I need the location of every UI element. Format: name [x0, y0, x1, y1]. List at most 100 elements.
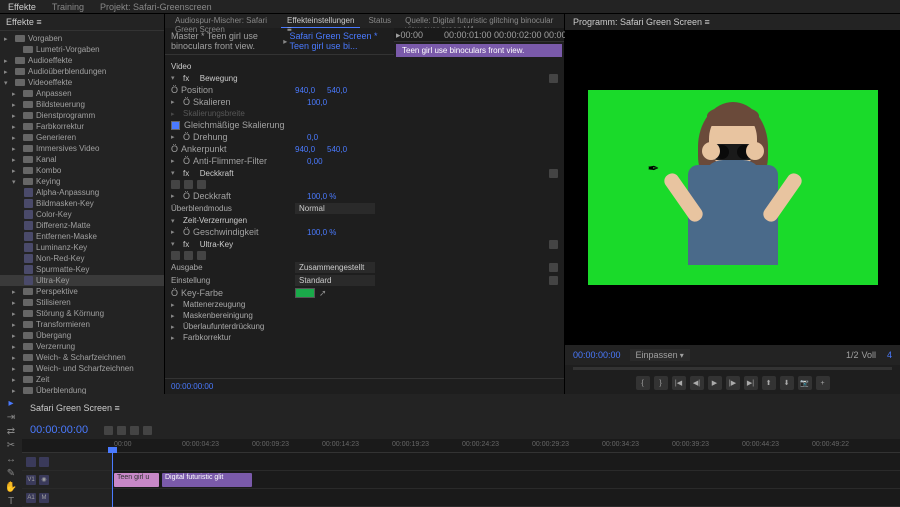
scale-value[interactable]: 100,0 [307, 98, 327, 107]
tab-effects[interactable]: Effekte [0, 0, 44, 13]
tree-keying[interactable]: ▾Keying [0, 176, 164, 187]
prop-colorcorr[interactable]: Farbkorrektur [183, 333, 303, 342]
antiflicker-value[interactable]: 0,00 [307, 157, 323, 166]
type-tool[interactable]: T [4, 496, 18, 507]
clip-digital[interactable]: Digital futuristic glit [162, 473, 252, 487]
lift-button[interactable]: ⬆ [762, 376, 776, 390]
ripple-tool[interactable]: ⇄ [4, 426, 18, 437]
tree-verz[interactable]: ▸Verzerrung [0, 341, 164, 352]
eyedropper-icon[interactable]: ➚ [319, 288, 329, 298]
tree-persp[interactable]: ▸Perspektive [0, 286, 164, 297]
preset-entfern[interactable]: Entfernen-Maske [0, 231, 164, 242]
preset-ultra-key[interactable]: Ultra-Key [0, 275, 164, 286]
mini-clip[interactable]: Teen girl use binoculars front view. [396, 44, 562, 57]
export-frame-button[interactable]: 📷 [798, 376, 812, 390]
setting-dropdown[interactable]: Standard [295, 275, 375, 286]
clip-teen-girl[interactable]: Teen girl u [114, 473, 159, 487]
fx-motion[interactable]: Bewegung [200, 74, 238, 83]
tree-immer[interactable]: ▸Immersives Video [0, 143, 164, 154]
track-toggle-v1[interactable]: ◉ [39, 475, 49, 485]
anchor-y[interactable]: 540,0 [327, 145, 347, 154]
playhead[interactable] [112, 453, 113, 507]
tree-dienst[interactable]: ▸Dienstprogramm [0, 110, 164, 121]
sequence-name[interactable]: Safari Green Screen ≡ [30, 403, 120, 413]
program-timecode[interactable]: 00:00:00:00 [573, 350, 621, 360]
preset-nonred[interactable]: Non-Red-Key [0, 253, 164, 264]
tab-audio-mixer[interactable]: Audiospur-Mischer: Safari Green Screen [169, 14, 279, 28]
blendmode-dropdown[interactable]: Normal [295, 203, 375, 214]
rect-mask-icon[interactable] [184, 251, 193, 260]
tree-lumetri[interactable]: Lumetri-Vorgaben [0, 44, 164, 55]
linked-selection-icon[interactable] [117, 426, 126, 435]
track-target-v1[interactable]: V1 [26, 475, 36, 485]
preset-lumi[interactable]: Luminanz-Key [0, 242, 164, 253]
prop-matte-gen[interactable]: Mattenerzeugung [183, 300, 303, 309]
goto-out-button[interactable]: ▶| [744, 376, 758, 390]
settings-icon[interactable] [143, 426, 152, 435]
goto-in-button[interactable]: |◀ [672, 376, 686, 390]
tab-effect-settings[interactable]: Effekteinstellungen ≡ [281, 14, 360, 28]
fx-opacity[interactable]: Deckkraft [200, 169, 234, 178]
track-select-tool[interactable]: ⇥ [4, 412, 18, 423]
timeline-timecode[interactable]: 00:00:00:00 [30, 424, 88, 436]
tree-stoer[interactable]: ▸Störung & Körnung [0, 308, 164, 319]
tree-audiotrans[interactable]: ▸Audioüberblendungen [0, 66, 164, 77]
reset-icon[interactable] [549, 74, 558, 83]
ellipse-mask-icon[interactable] [171, 180, 180, 189]
mark-in-button[interactable]: { [636, 376, 650, 390]
tab-project[interactable]: Projekt: Safari-Greenscreen [92, 0, 220, 13]
tab-status[interactable]: Status [362, 14, 397, 28]
preset-color[interactable]: Color-Key [0, 209, 164, 220]
fx-ultra-key[interactable]: Ultra-Key [200, 240, 233, 249]
tree-stil[interactable]: ▸Stilisieren [0, 297, 164, 308]
tree-transform[interactable]: ▸Transformieren [0, 319, 164, 330]
tree-zeit[interactable]: ▸Zeit [0, 374, 164, 385]
tree-kanal[interactable]: ▸Kanal [0, 154, 164, 165]
rotation-value[interactable]: 0,0 [307, 133, 318, 142]
tree-farb[interactable]: ▸Farbkorrektur [0, 121, 164, 132]
extract-button[interactable]: ⬇ [780, 376, 794, 390]
timeline-ruler[interactable]: 00:00 00:00:04:23 00:00:09:23 00:00:14:2… [22, 439, 900, 453]
preset-alpha[interactable]: Alpha-Anpassung [0, 187, 164, 198]
position-y[interactable]: 540,0 [327, 86, 347, 95]
snap-icon[interactable] [104, 426, 113, 435]
pen-mask-icon[interactable] [197, 251, 206, 260]
scrub-bar[interactable] [573, 367, 892, 370]
key-color-swatch[interactable] [295, 288, 315, 298]
hand-tool[interactable]: ✋ [4, 482, 18, 493]
tab-training[interactable]: Training [44, 0, 92, 13]
step-fwd-button[interactable]: |▶ [726, 376, 740, 390]
settings-button[interactable]: + [816, 376, 830, 390]
speed-value[interactable]: 100,0 % [307, 228, 336, 237]
tree-audioeffects[interactable]: ▸Audioeffekte [0, 55, 164, 66]
step-back-button[interactable]: ◀| [690, 376, 704, 390]
razor-tool[interactable]: ✂ [4, 440, 18, 451]
position-x[interactable]: 940,0 [295, 86, 315, 95]
marker-icon[interactable] [130, 426, 139, 435]
pen-mask-icon[interactable] [197, 180, 206, 189]
tree-weich1[interactable]: ▸Weich- & Scharfzeichnen [0, 352, 164, 363]
preset-differenz[interactable]: Differenz-Matte [0, 220, 164, 231]
play-button[interactable]: ▶ [708, 376, 722, 390]
prop-matte-clean[interactable]: Maskenbereinigung [183, 311, 303, 320]
preset-spur[interactable]: Spurmatte-Key [0, 264, 164, 275]
tree-ueber[interactable]: ▸Übergang [0, 330, 164, 341]
tree-ueberbl[interactable]: ▸Überblendung [0, 385, 164, 394]
ellipse-mask-icon[interactable] [171, 251, 180, 260]
tree-weich2[interactable]: ▸Weich- und Scharfzeichnen [0, 363, 164, 374]
selection-tool[interactable]: ▸ [4, 398, 18, 409]
half-res[interactable]: 1/2 [846, 350, 859, 360]
prop-spill[interactable]: Überlaufunterdrückung [183, 322, 303, 331]
track-target-a1[interactable]: A1 [26, 493, 36, 503]
pen-tool[interactable]: ✎ [4, 468, 18, 479]
tree-anpassen[interactable]: ▸Anpassen [0, 88, 164, 99]
reset-icon[interactable] [549, 169, 558, 178]
track-mute-a1[interactable]: M [39, 493, 49, 503]
track-v1[interactable]: V1◉ Teen girl u Digital futuristic glit [22, 471, 900, 489]
tree-presets[interactable]: ▸Vorgaben [0, 33, 164, 44]
reset-icon[interactable] [549, 276, 558, 285]
output-dropdown[interactable]: Zusammengestellt [295, 262, 375, 273]
full-res[interactable]: Voll [861, 350, 876, 360]
zoom-dropdown[interactable]: Einpassen ▾ [630, 349, 690, 361]
preset-bildmaske[interactable]: Bildmasken-Key [0, 198, 164, 209]
